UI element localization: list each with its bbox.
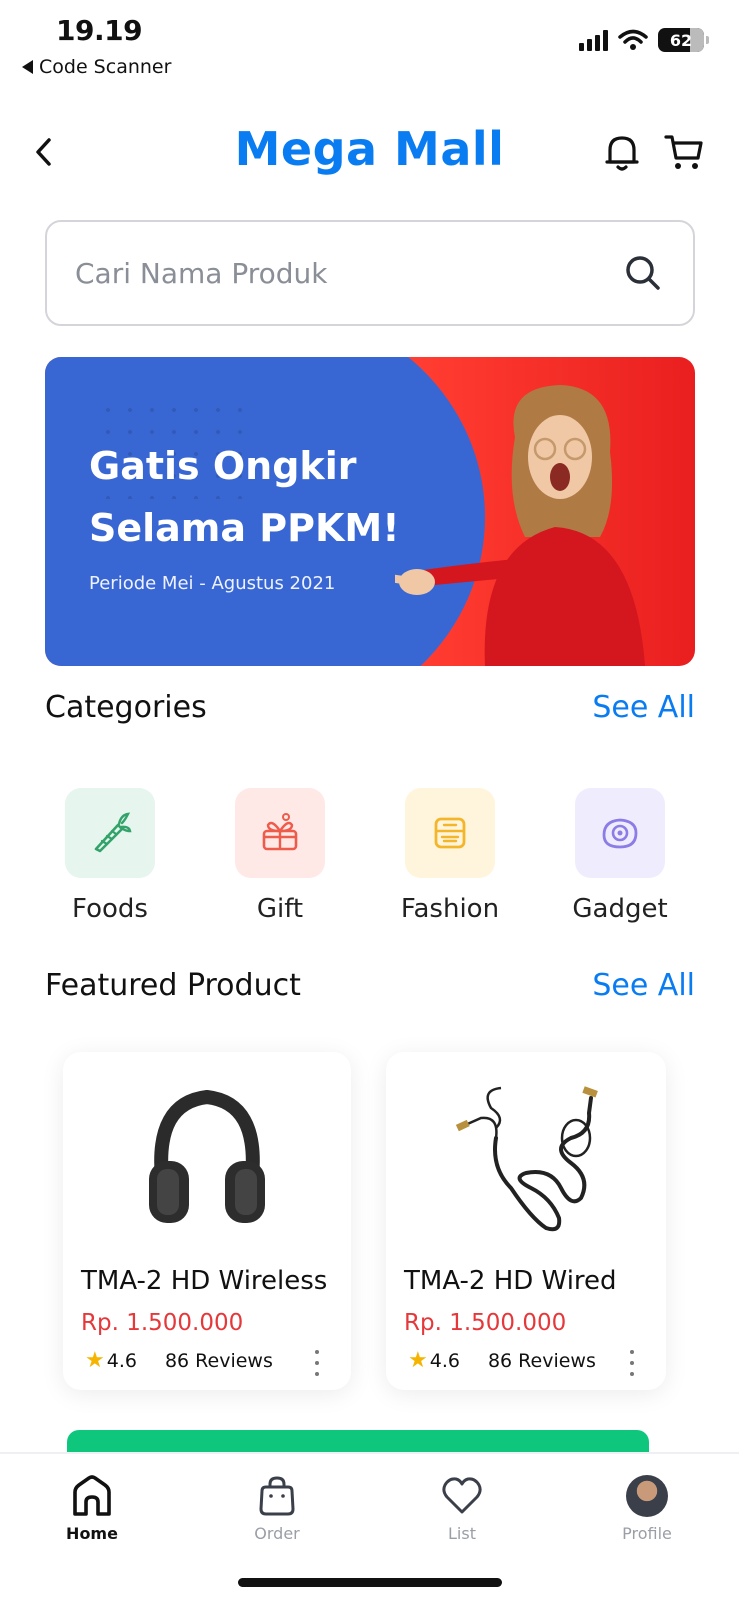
product-card[interactable]: TMA-2 HD Wired Rp. 1.500.000 ★ 4.6 86 Re… (386, 1052, 666, 1390)
category-gift[interactable]: Gift (215, 788, 345, 924)
product-name: TMA-2 HD Wireless (81, 1266, 328, 1296)
nav-icon-wrap (402, 1472, 522, 1520)
product-reviews: 86 Reviews (164, 1350, 273, 1372)
notification-button[interactable] (600, 130, 644, 174)
categories-header: Categories See All (45, 690, 695, 725)
status-bar: 19.19 Code Scanner 62 (0, 0, 739, 90)
featured-title: Featured Product (45, 968, 301, 1003)
search-bar (45, 220, 695, 326)
star-icon: ★ (408, 1348, 428, 1373)
categories-list: Foods Gift Fashion Gadget (45, 788, 695, 928)
nav-profile[interactable]: Profile (587, 1472, 707, 1543)
banner-subtitle: Periode Mei - Agustus 2021 (89, 573, 336, 594)
home-indicator (238, 1578, 502, 1587)
app-header: Mega Mall (0, 112, 739, 192)
product-card[interactable]: TMA-2 HD Wireless Rp. 1.500.000 ★ 4.6 86… (63, 1052, 351, 1390)
category-tile (235, 788, 325, 878)
product-rating: 4.6 (429, 1350, 460, 1372)
status-icons: 62 (579, 28, 709, 52)
bag-icon (259, 1476, 295, 1516)
gift-icon (262, 813, 298, 851)
more-options-button[interactable] (307, 1346, 327, 1380)
category-fashion[interactable]: Fashion (385, 788, 515, 924)
nav-order[interactable]: Order (217, 1472, 337, 1543)
nav-label: List (448, 1524, 476, 1543)
nav-list[interactable]: List (402, 1472, 522, 1543)
categories-title: Categories (45, 690, 207, 725)
home-icon (73, 1475, 111, 1516)
avatar (626, 1475, 668, 1517)
category-label: Gadget (572, 894, 668, 924)
featured-header: Featured Product See All (45, 968, 695, 1003)
product-rating-row: ★ 4.6 86 Reviews (85, 1348, 273, 1373)
back-to-app-link[interactable]: Code Scanner (22, 56, 171, 78)
bell-icon (605, 136, 639, 171)
category-gadget[interactable]: Gadget (555, 788, 685, 924)
gadget-icon (602, 818, 638, 849)
product-price: Rp. 1.500.000 (404, 1310, 567, 1336)
category-foods[interactable]: Foods (45, 788, 175, 924)
battery-level: 62 (669, 30, 693, 50)
more-options-button[interactable] (622, 1346, 642, 1380)
nav-icon-wrap (587, 1472, 707, 1520)
nav-home[interactable]: Home (32, 1472, 152, 1543)
back-triangle-icon (22, 60, 33, 74)
categories-see-all-link[interactable]: See All (592, 690, 695, 725)
product-name: TMA-2 HD Wired (404, 1266, 617, 1296)
nav-icon-wrap (32, 1472, 152, 1520)
nav-label: Profile (622, 1524, 672, 1543)
headphones-icon (149, 1089, 265, 1223)
product-image (63, 1068, 351, 1248)
search-icon (626, 256, 660, 290)
wifi-icon (618, 29, 648, 50)
cart-icon (664, 135, 703, 169)
star-icon: ★ (85, 1348, 105, 1373)
signal-icon (579, 29, 608, 51)
cable-icon (455, 1086, 598, 1232)
nav-label: Order (254, 1524, 300, 1543)
heart-icon (442, 1477, 482, 1514)
product-price: Rp. 1.500.000 (81, 1310, 244, 1336)
carrot-icon (94, 812, 132, 853)
banner-title: Gatis Ongkir Selama PPKM! (89, 444, 400, 550)
nav-label: Home (66, 1524, 118, 1543)
nav-icon-wrap (217, 1472, 337, 1520)
product-rating-row: ★ 4.6 86 Reviews (408, 1348, 596, 1373)
category-tile (405, 788, 495, 878)
cart-button[interactable] (662, 130, 706, 174)
status-time: 19.19 (56, 14, 143, 47)
battery-tip (706, 36, 709, 44)
product-rating: 4.6 (106, 1350, 137, 1372)
battery-icon: 62 (658, 28, 704, 52)
category-tile (575, 788, 665, 878)
product-image (386, 1068, 666, 1248)
category-label: Foods (72, 894, 148, 924)
fashion-icon (434, 817, 466, 849)
featured-see-all-link[interactable]: See All (592, 968, 695, 1003)
search-button[interactable] (621, 251, 665, 295)
category-label: Gift (256, 894, 304, 924)
product-reviews: 86 Reviews (487, 1350, 596, 1372)
search-input[interactable] (75, 256, 621, 290)
promo-banner[interactable]: Gatis Ongkir Selama PPKM! Periode Mei - … (45, 357, 695, 666)
back-app-label: Code Scanner (39, 56, 172, 78)
category-label: Fashion (400, 894, 500, 924)
woman-pointing-image (395, 385, 645, 666)
category-tile (65, 788, 155, 878)
